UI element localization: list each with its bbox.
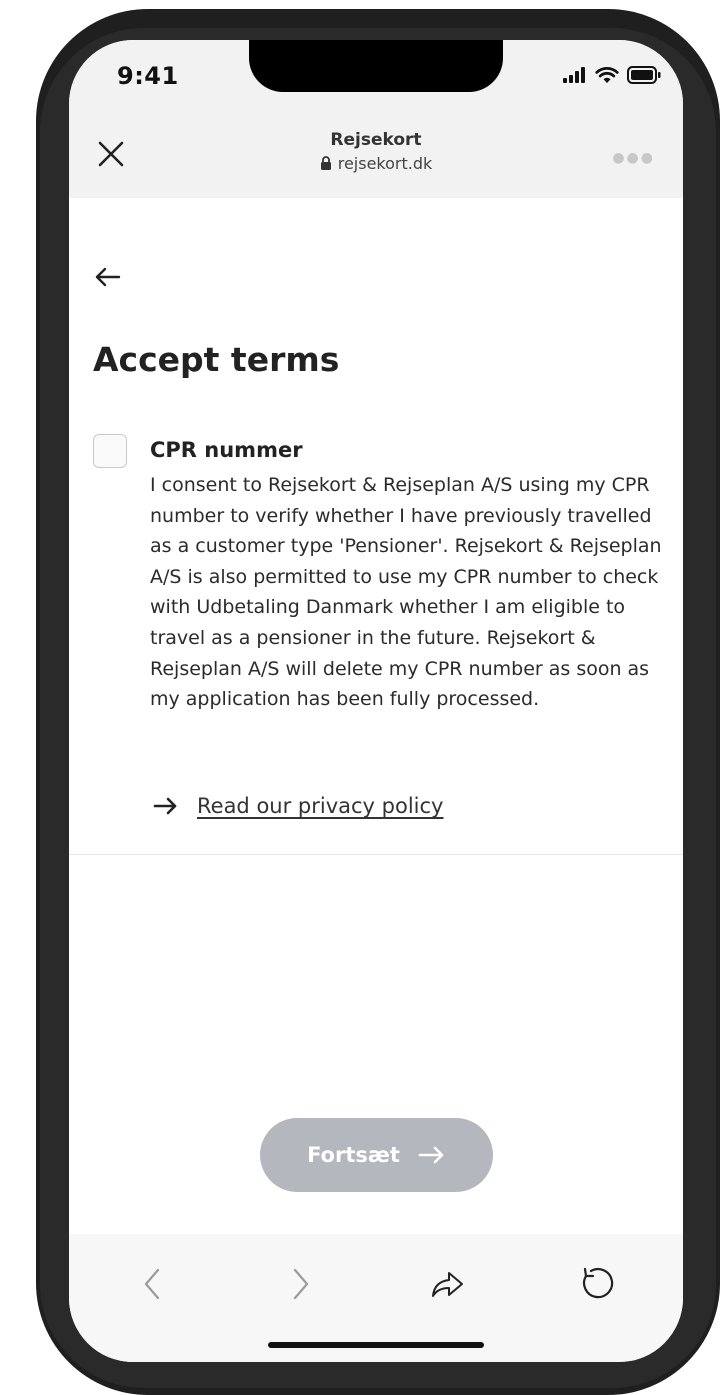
more-dots-icon[interactable]: ●●●: [612, 150, 655, 166]
wifi-icon: [595, 67, 619, 83]
privacy-link-label: Read our privacy policy: [197, 794, 444, 818]
continue-button[interactable]: Fortsæt: [260, 1118, 493, 1192]
signal-icon: [563, 67, 585, 83]
battery-icon: [627, 66, 661, 84]
continue-button-label: Fortsæt: [307, 1143, 400, 1167]
phone-screen: 9:41 Rejsekort rejsekort.dk ●●● Accept t…: [69, 40, 683, 1362]
consent-checkbox[interactable]: [93, 434, 127, 468]
notch: [249, 40, 503, 92]
consent-body: I consent to Rejsekort & Rejseplan A/S u…: [150, 474, 662, 711]
status-time: 9:41: [117, 62, 179, 90]
arrow-right-icon: [418, 1146, 444, 1164]
privacy-policy-link[interactable]: Read our privacy policy: [153, 794, 443, 818]
divider: [69, 854, 683, 855]
status-icons: [563, 62, 661, 88]
share-icon[interactable]: [427, 1264, 467, 1304]
browser-url[interactable]: rejsekort.dk: [69, 154, 683, 173]
arrow-right-icon: [153, 797, 177, 815]
consent-title: CPR nummer: [150, 438, 303, 462]
home-indicator: [268, 1342, 484, 1348]
browser-url-text: rejsekort.dk: [337, 154, 433, 173]
page-title: Accept terms: [93, 340, 340, 379]
status-bar: 9:41: [69, 40, 683, 112]
reload-icon[interactable]: [577, 1264, 617, 1304]
main-content: Accept terms CPR nummer I consent to Rej…: [69, 198, 683, 1258]
forward-icon[interactable]: [280, 1264, 320, 1304]
browser-bar: Rejsekort rejsekort.dk ●●●: [69, 112, 683, 198]
back-icon[interactable]: [133, 1264, 173, 1304]
back-arrow-icon[interactable]: [93, 262, 127, 292]
lock-icon: [320, 156, 331, 170]
browser-title: Rejsekort: [330, 130, 422, 150]
